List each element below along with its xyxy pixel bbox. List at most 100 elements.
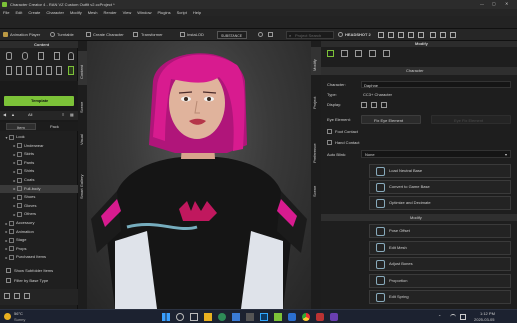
- side-tab-scene[interactable]: Scene: [78, 91, 87, 117]
- iclone-icon[interactable]: [288, 313, 296, 321]
- tree-item[interactable]: ▸ Pants: [0, 159, 78, 167]
- proportion-button[interactable]: Proportion: [369, 273, 511, 288]
- tree-item[interactable]: ▾ Look: [0, 133, 78, 141]
- menu-item-mesh[interactable]: Mesh: [88, 10, 98, 15]
- side-tab-scene-right[interactable]: Scene: [311, 173, 321, 201]
- viewport[interactable]: [87, 41, 311, 309]
- head-icon[interactable]: [22, 52, 28, 60]
- side-tab-project[interactable]: Project: [311, 85, 321, 113]
- hair-icon[interactable]: [68, 52, 74, 60]
- delete-icon[interactable]: [14, 293, 20, 299]
- tree-item[interactable]: ▸ Others: [0, 210, 78, 218]
- adjust-bones-button[interactable]: Adjust Bones: [369, 257, 511, 271]
- character-creator-task-icon[interactable]: [274, 313, 282, 321]
- tool-icon-2[interactable]: [388, 32, 394, 38]
- transformer-button[interactable]: Transformer: [141, 33, 163, 37]
- tray-chevron-icon[interactable]: ⌃: [438, 315, 441, 319]
- mail-icon[interactable]: [232, 313, 240, 321]
- edit-spring-button[interactable]: Edit Spring: [369, 290, 511, 304]
- menu-item-plugins[interactable]: Plugins: [157, 10, 170, 15]
- browser-icon[interactable]: [218, 313, 226, 321]
- chrome-icon[interactable]: [302, 313, 310, 321]
- actor-icon[interactable]: [6, 52, 12, 60]
- tree-item[interactable]: ▸ Props: [0, 245, 78, 253]
- instalod-button[interactable]: InstaLOD: [187, 33, 204, 37]
- volume-icon[interactable]: [460, 314, 466, 320]
- side-tab-content[interactable]: Content: [78, 51, 87, 85]
- project-search[interactable]: ⌕ Project Search: [286, 31, 334, 39]
- accessory-icon[interactable]: [68, 66, 74, 75]
- wifi-icon[interactable]: [450, 314, 456, 320]
- skin-icon[interactable]: [6, 66, 12, 75]
- clock-date[interactable]: 2025-03-05: [474, 317, 494, 322]
- file-explorer-icon[interactable]: [204, 313, 212, 321]
- side-tab-modify[interactable]: Modify: [311, 47, 321, 75]
- tab-item[interactable]: Item: [6, 123, 36, 130]
- tree-item[interactable]: ▸ Skirts: [0, 150, 78, 158]
- pose-offset-button[interactable]: Pose Offset: [369, 224, 511, 238]
- menu-item-edit[interactable]: Edit: [15, 10, 22, 15]
- pants-icon[interactable]: [46, 66, 52, 75]
- store-icon[interactable]: [246, 313, 254, 321]
- tree-item[interactable]: ▸ Shoes: [0, 193, 78, 201]
- tree-item[interactable]: ▸ Full-body: [0, 184, 78, 193]
- turntable-button[interactable]: Turntable: [57, 33, 74, 37]
- menu-item-view[interactable]: View: [123, 10, 132, 15]
- menu-item-create[interactable]: Create: [28, 10, 40, 15]
- show-subfolder-checkbox[interactable]: Show Subfolder Items: [6, 267, 76, 275]
- list-view-icon[interactable]: ≡: [62, 113, 64, 117]
- close-button[interactable]: ✕: [505, 2, 508, 6]
- edit-mesh-button[interactable]: Edit Mesh: [369, 240, 511, 255]
- substance-button[interactable]: SUBSTANCE: [217, 31, 247, 39]
- up-icon[interactable]: ▲: [11, 113, 15, 117]
- tree-item[interactable]: ▸ Gloves: [0, 202, 78, 210]
- shoe-icon[interactable]: [56, 66, 62, 75]
- cloth-icon[interactable]: [36, 66, 42, 75]
- app-icon-extra[interactable]: [316, 313, 324, 321]
- tree-item[interactable]: ▸ Shirts: [0, 167, 78, 175]
- tree-item[interactable]: ▸ Stage: [0, 236, 78, 244]
- tool-icon-1[interactable]: [378, 32, 384, 38]
- side-tab-smart-gallery[interactable]: Smart Gallery: [78, 153, 87, 203]
- minimize-button[interactable]: —: [480, 2, 484, 6]
- morph-icon[interactable]: [54, 52, 60, 60]
- body-icon[interactable]: [38, 52, 44, 60]
- weather-icon[interactable]: [4, 313, 11, 320]
- menu-item-file[interactable]: File: [3, 10, 9, 15]
- back-icon[interactable]: ◀: [3, 113, 6, 117]
- tree-item[interactable]: ▸ Underwear: [0, 142, 78, 150]
- eye-icon[interactable]: [16, 66, 22, 75]
- folder-icon[interactable]: [24, 293, 30, 299]
- side-tab-preference[interactable]: Preference: [311, 127, 321, 167]
- tool-icon-7[interactable]: [440, 32, 446, 38]
- grid-view-icon[interactable]: ▦: [70, 113, 74, 117]
- tree-item[interactable]: ▸ Animation: [0, 228, 78, 236]
- menu-item-modify[interactable]: Modify: [70, 10, 82, 15]
- tool-icon-5[interactable]: [418, 32, 424, 38]
- tab-pack[interactable]: Pack: [40, 123, 70, 130]
- tool-icon-8[interactable]: [450, 32, 456, 38]
- tree-item[interactable]: ▸ Accessory: [0, 219, 78, 227]
- side-tab-visual[interactable]: Visual: [78, 123, 87, 149]
- tool-icon-3[interactable]: [398, 32, 404, 38]
- menu-item-character[interactable]: Character: [46, 10, 64, 15]
- filter-base-checkbox[interactable]: Filter by Base Type: [6, 277, 76, 285]
- tool-icon-6[interactable]: [430, 32, 436, 38]
- taskbar-search-icon[interactable]: [176, 313, 184, 321]
- task-view-icon[interactable]: [190, 313, 198, 321]
- create-character-button[interactable]: Create Character: [93, 33, 124, 37]
- tree-item[interactable]: ▸ Purchased Items: [0, 253, 78, 261]
- clock-time[interactable]: 1:12 PM: [480, 312, 495, 316]
- menu-item-render[interactable]: Render: [104, 10, 117, 15]
- makeup-icon[interactable]: [26, 66, 32, 75]
- menu-item-help[interactable]: Help: [193, 10, 201, 15]
- headshot2-button[interactable]: HEADSHOT 2: [345, 33, 371, 37]
- animation-player-button[interactable]: Animation Player: [10, 33, 40, 37]
- tree-item[interactable]: ▸ Coats: [0, 176, 78, 184]
- menu-item-script[interactable]: Script: [177, 10, 187, 15]
- maximize-button[interactable]: ▢: [492, 2, 496, 6]
- add-icon[interactable]: [4, 293, 10, 299]
- windows-start-icon[interactable]: [162, 313, 170, 321]
- tool-icon-4[interactable]: [408, 32, 414, 38]
- menu-item-window[interactable]: Window: [137, 10, 151, 15]
